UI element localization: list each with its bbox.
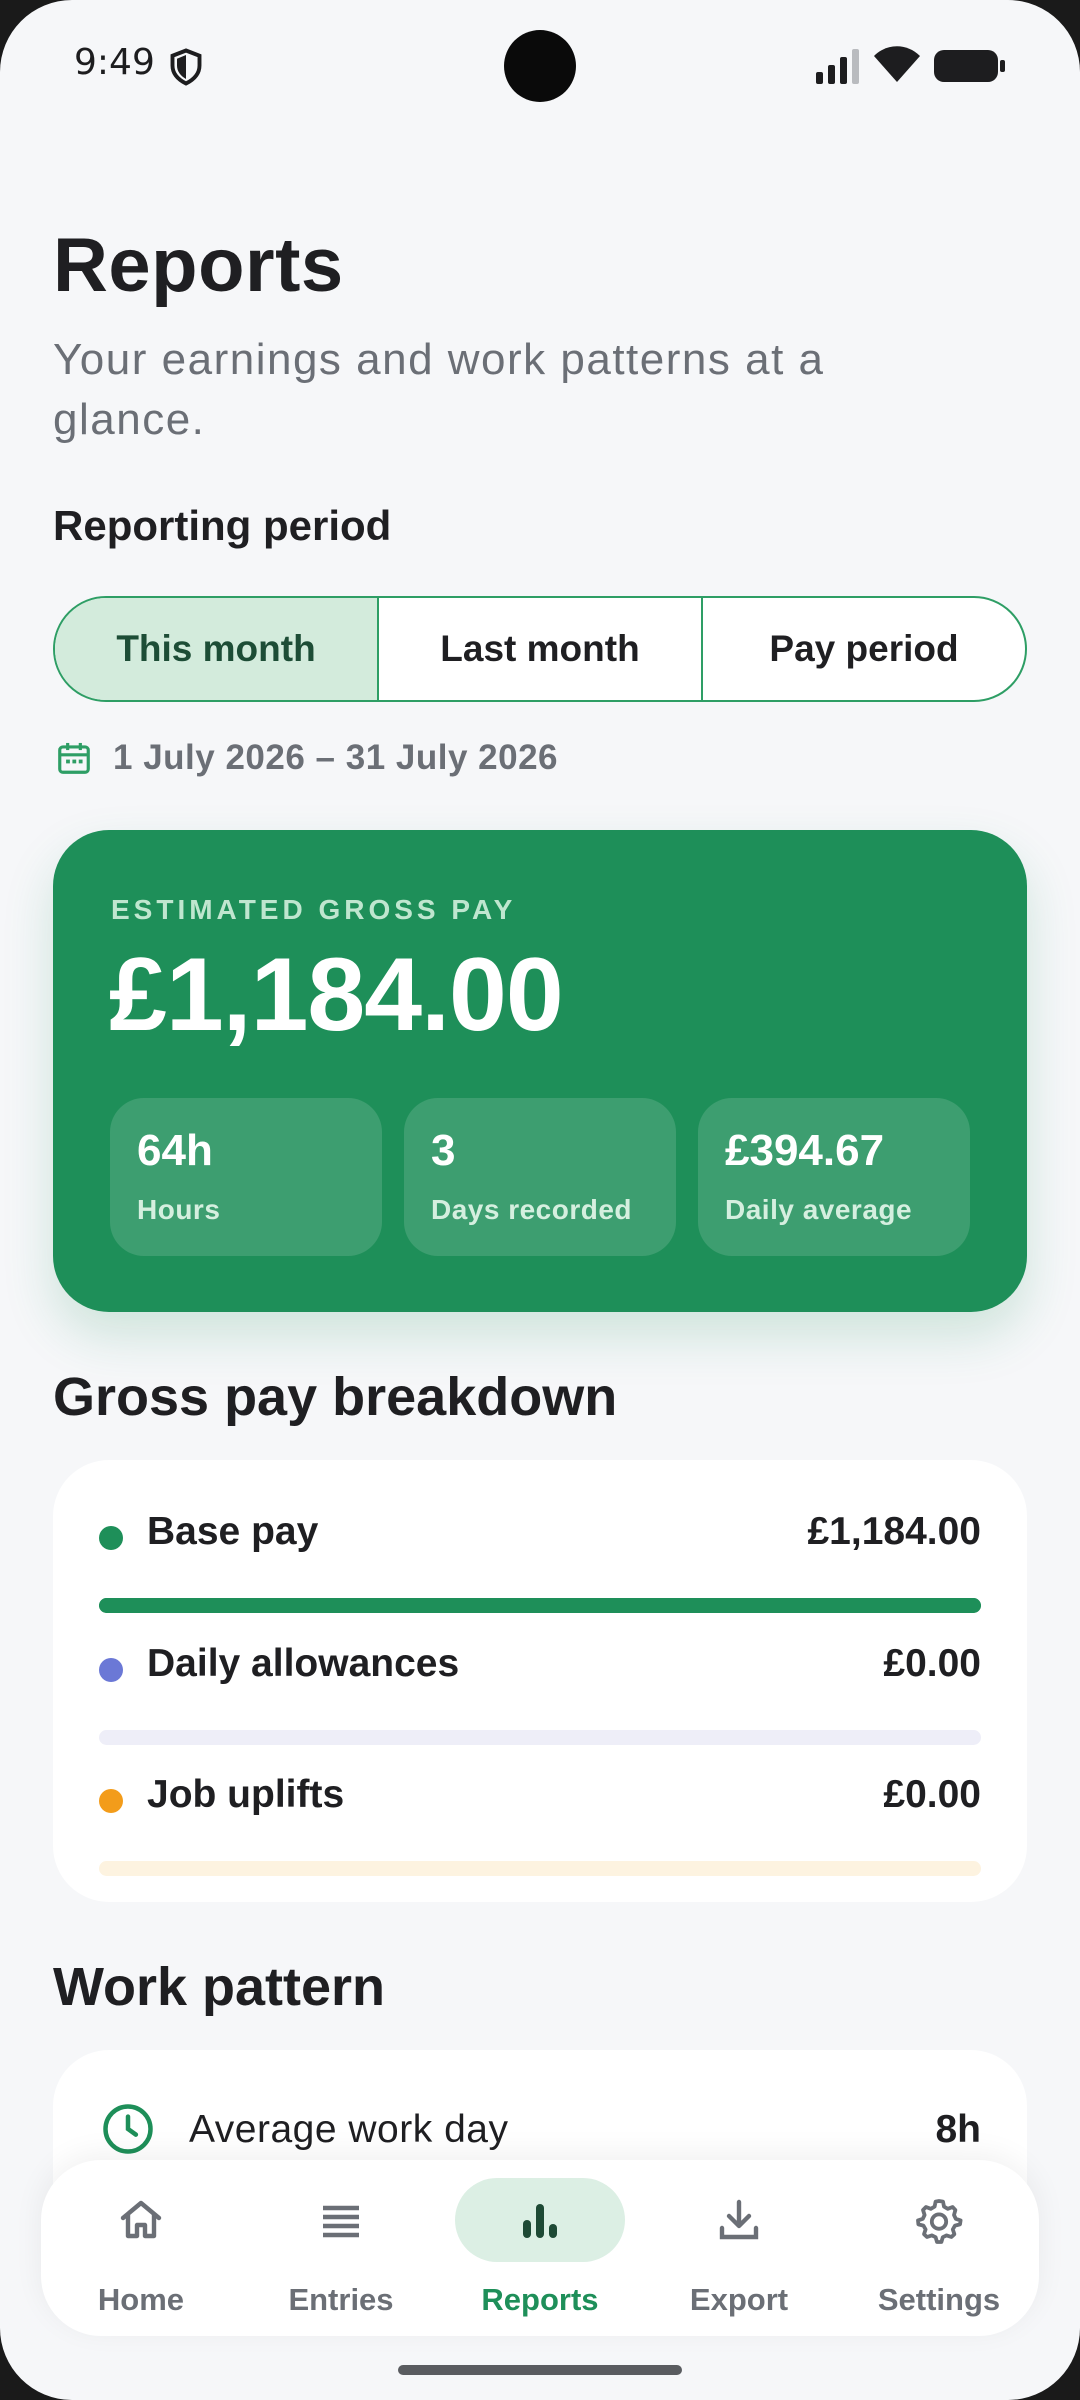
breakdown-bar-fill [99, 1598, 981, 1613]
period-option-last-month[interactable]: Last month [379, 598, 703, 700]
legend-dot [99, 1789, 123, 1813]
home-icon [120, 2200, 162, 2239]
gear-icon [916, 2199, 963, 2244]
legend-dot [99, 1526, 123, 1550]
date-range-text: 1 July 2026 – 31 July 2026 [113, 738, 558, 777]
stat-value: 64h [137, 1126, 213, 1175]
gross-pay-card: ESTIMATED GROSS PAY £1,184.00 64h Hours … [53, 830, 1027, 1312]
reporting-period-label: Reporting period [53, 502, 392, 549]
nav-label: Entries [288, 2282, 394, 2317]
bar-chart-icon [523, 2204, 557, 2238]
stat-label: Hours [137, 1194, 221, 1225]
breakdown-bar [99, 1598, 981, 1613]
nav-label: Home [97, 2282, 185, 2317]
stat-daily-average: £394.67 Daily average [698, 1098, 970, 1256]
page-title: Reports [53, 223, 344, 308]
clock-icon [103, 2104, 153, 2154]
breakdown-label: Daily allowances [147, 1642, 460, 1685]
breakdown-bar [99, 1730, 981, 1745]
legend-dot [99, 1658, 123, 1682]
breakdown-value: £1,184.00 [807, 1510, 981, 1553]
breakdown-label: Job uplifts [147, 1773, 345, 1816]
nav-label: Settings [877, 2282, 1001, 2317]
status-time: 9:49 [74, 42, 155, 83]
stat-label: Days recorded [431, 1194, 633, 1225]
period-selector: This month Last month Pay period [53, 596, 1027, 702]
battery-icon [934, 50, 1005, 82]
breakdown-bar [99, 1861, 981, 1876]
stat-value: £394.67 [725, 1126, 885, 1175]
date-range: 1 July 2026 – 31 July 2026 [55, 738, 558, 778]
download-icon [719, 2199, 759, 2240]
breakdown-label: Base pay [147, 1510, 319, 1553]
nav-label: Export [689, 2282, 789, 2317]
list-icon [323, 2205, 359, 2238]
stat-label: Daily average [725, 1194, 913, 1225]
screen: 9:49 Reports Your earnings and work patt… [0, 0, 1080, 2400]
page-subtitle: Your earnings and work patterns at a gla… [53, 335, 825, 444]
shield-icon [170, 48, 202, 86]
gross-pay-label: ESTIMATED GROSS PAY [111, 894, 517, 925]
nav-export[interactable]: Export [649, 2178, 829, 2328]
nav-reports[interactable]: Reports [450, 2178, 630, 2328]
breakdown-title: Gross pay breakdown [53, 1367, 618, 1427]
wifi-icon [874, 46, 920, 82]
average-work-day-label: Average work day [189, 2108, 509, 2151]
nav-label: Reports [481, 2282, 599, 2317]
signal-icon [816, 49, 859, 84]
stat-value: 3 [431, 1126, 456, 1175]
calendar-icon [58, 742, 90, 774]
front-camera [504, 30, 576, 102]
breakdown-value: £0.00 [883, 1773, 981, 1816]
period-option-this-month[interactable]: This month [55, 598, 379, 700]
stat-hours: 64h Hours [110, 1098, 382, 1256]
bottom-nav: Home Entries Reports Export Settings [41, 2160, 1039, 2336]
breakdown-card: Base pay £1,184.00 Daily allowances £0.0… [53, 1460, 1027, 1902]
period-option-pay-period[interactable]: Pay period [703, 598, 1025, 700]
work-pattern-title: Work pattern [53, 1957, 386, 2017]
stat-days-recorded: 3 Days recorded [404, 1098, 676, 1256]
breakdown-value: £0.00 [883, 1642, 981, 1685]
nav-home[interactable]: Home [51, 2178, 231, 2328]
nav-entries[interactable]: Entries [251, 2178, 431, 2328]
status-bar: 9:49 [0, 0, 1080, 130]
average-work-day-value: 8h [935, 2108, 981, 2151]
gross-pay-value: £1,184.00 [109, 937, 564, 1053]
home-indicator[interactable] [398, 2365, 682, 2375]
nav-settings[interactable]: Settings [849, 2178, 1029, 2328]
